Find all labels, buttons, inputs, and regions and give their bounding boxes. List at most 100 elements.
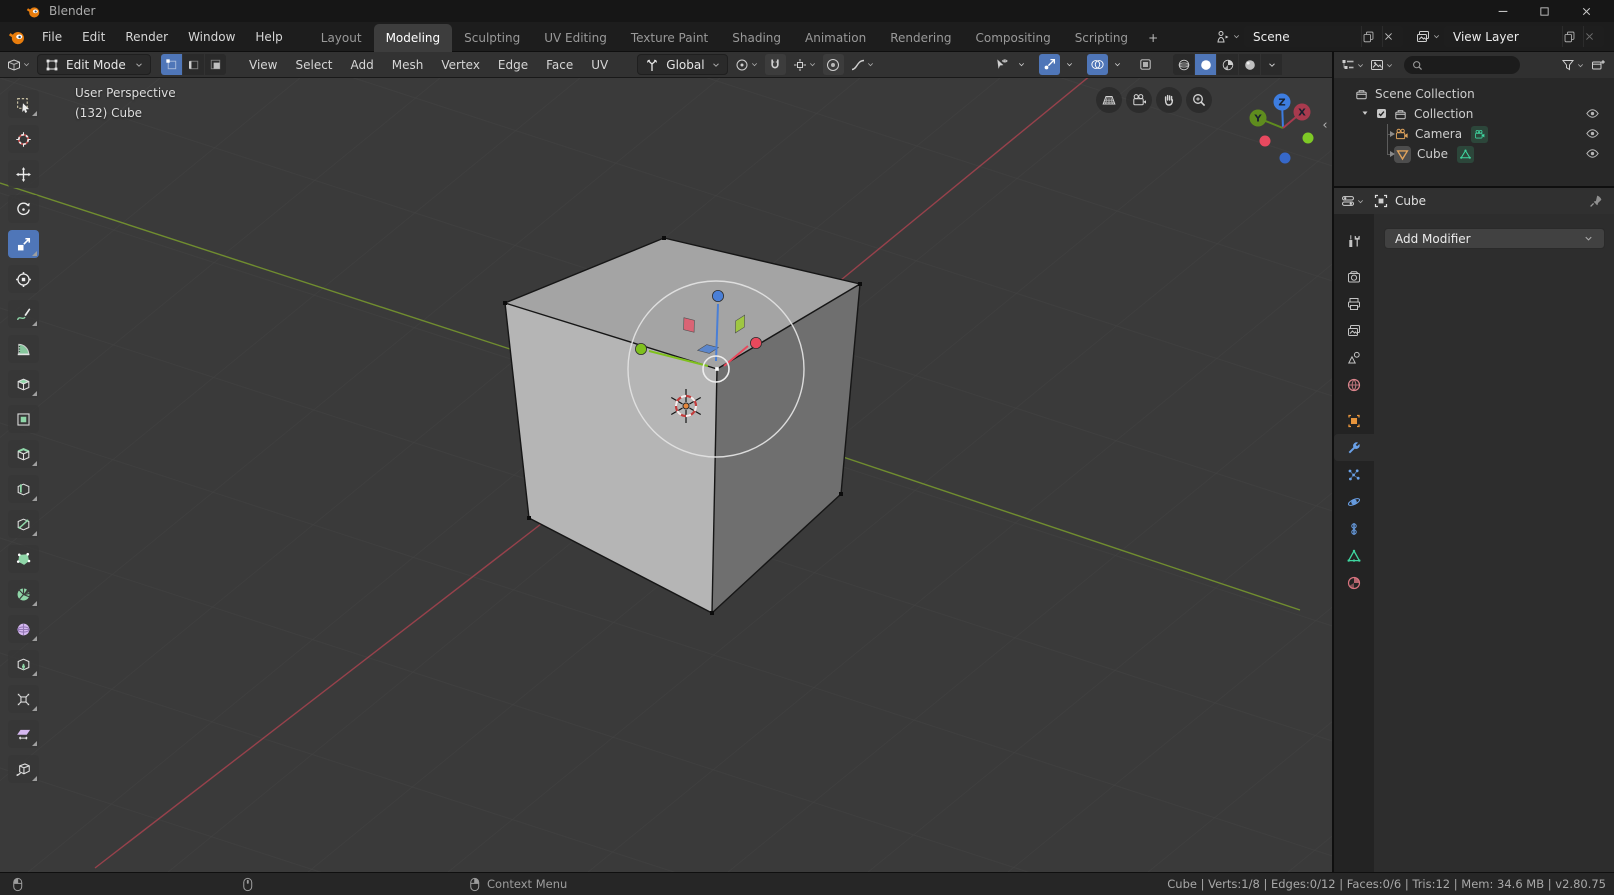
tool-smooth[interactable] <box>8 615 39 643</box>
properties-tab-world[interactable] <box>1334 371 1374 398</box>
properties-tab-render[interactable] <box>1334 263 1374 290</box>
menu-file[interactable]: File <box>32 22 72 52</box>
pivot-point-button[interactable] <box>734 54 759 75</box>
tool-transform[interactable] <box>8 265 39 293</box>
pin-id-button[interactable] <box>1588 193 1604 209</box>
properties-tab-particles[interactable] <box>1334 461 1374 488</box>
workspace-tab-sculpting[interactable]: Sculpting <box>452 24 532 52</box>
tool-scale[interactable] <box>8 230 39 258</box>
viewport-menu-view[interactable]: View <box>240 52 286 78</box>
properties-tab-tool[interactable] <box>1334 227 1374 254</box>
camera-view-button[interactable] <box>1126 87 1152 113</box>
tool-loop-cut[interactable] <box>8 475 39 503</box>
viewport-menu-select[interactable]: Select <box>286 52 341 78</box>
viewport-menu-add[interactable]: Add <box>342 52 383 78</box>
chevron-down-icon[interactable] <box>1015 54 1028 75</box>
properties-tab-physics[interactable] <box>1334 488 1374 515</box>
blender-menu-icon[interactable] <box>8 28 26 46</box>
properties-tab-material[interactable] <box>1334 569 1374 596</box>
shading-wireframe-button[interactable] <box>1173 54 1194 75</box>
properties-tab-object[interactable] <box>1334 407 1374 434</box>
editor-type-button[interactable] <box>6 54 31 75</box>
hide-in-viewport-toggle[interactable] <box>1585 146 1600 164</box>
viewport-menu-mesh[interactable]: Mesh <box>383 52 433 78</box>
outliner-row-scene-collection[interactable]: Scene Collection <box>1334 84 1614 104</box>
tool-knife[interactable] <box>8 510 39 538</box>
outliner-mesh-data-badge[interactable] <box>1457 146 1474 163</box>
viewport-menu-uv[interactable]: UV <box>582 52 617 78</box>
object-type-visibility-button[interactable] <box>991 54 1012 75</box>
snap-target-button[interactable] <box>792 54 817 75</box>
outliner-row-collection[interactable]: Collection <box>1334 104 1614 124</box>
workspace-tab-shading[interactable]: Shading <box>720 24 793 52</box>
properties-tab-modifiers[interactable] <box>1334 434 1374 461</box>
hide-in-viewport-toggle[interactable] <box>1585 126 1600 144</box>
viewport-menu-face[interactable]: Face <box>537 52 582 78</box>
scene-browse-button[interactable] <box>1215 29 1241 45</box>
chevron-down-icon[interactable] <box>1063 54 1076 75</box>
close-button[interactable] <box>1580 3 1596 19</box>
view-layer-browse-button[interactable] <box>1415 29 1441 45</box>
viewport-menu-vertex[interactable]: Vertex <box>432 52 489 78</box>
tool-inset-faces[interactable] <box>8 405 39 433</box>
outliner-editor-type-button[interactable] <box>1340 55 1365 76</box>
face-select-button[interactable] <box>205 54 226 75</box>
remove-view-layer-button[interactable] <box>1583 26 1604 47</box>
tool-cursor[interactable] <box>8 125 39 153</box>
add-workspace-button[interactable]: + <box>1140 24 1166 52</box>
workspace-tab-modeling[interactable]: Modeling <box>374 24 453 52</box>
menu-render[interactable]: Render <box>115 22 178 52</box>
properties-tab-scene[interactable] <box>1334 344 1374 371</box>
tool-shrink-fatten[interactable] <box>8 685 39 713</box>
workspace-tab-texture-paint[interactable]: Texture Paint <box>619 24 720 52</box>
shading-rendered-button[interactable] <box>1239 54 1260 75</box>
outliner-filter-button[interactable] <box>1560 55 1585 76</box>
properties-tab-view-layer[interactable] <box>1334 317 1374 344</box>
properties-editor-type-button[interactable] <box>1340 191 1365 212</box>
maximize-button[interactable] <box>1538 3 1554 19</box>
outliner-camera-data-badge[interactable] <box>1471 126 1488 143</box>
properties-tab-constraints[interactable] <box>1334 515 1374 542</box>
toggle-perspective-button[interactable] <box>1096 87 1122 113</box>
edge-select-button[interactable] <box>183 54 204 75</box>
tool-select-box[interactable] <box>8 90 39 118</box>
shading-solid-button[interactable] <box>1195 54 1216 75</box>
new-view-layer-button[interactable] <box>1562 26 1583 47</box>
zoom-view-button[interactable] <box>1186 87 1212 113</box>
tool-bevel[interactable] <box>8 440 39 468</box>
outliner-row-cube[interactable]: Cube <box>1334 144 1614 164</box>
tool-measure[interactable] <box>8 335 39 363</box>
snap-toggle-button[interactable] <box>765 54 786 75</box>
tool-shear[interactable] <box>8 720 39 748</box>
new-collection-button[interactable] <box>1587 55 1608 76</box>
tool-extrude-region[interactable] <box>8 370 39 398</box>
vertex-select-button[interactable] <box>161 54 182 75</box>
show-overlays-button[interactable] <box>1087 54 1108 75</box>
workspace-tab-animation[interactable]: Animation <box>793 24 878 52</box>
sidebar-toggle[interactable]: ‹ <box>1319 118 1331 133</box>
proportional-falloff-button[interactable] <box>850 54 875 75</box>
tool-move[interactable] <box>8 160 39 188</box>
toggle-xray-button[interactable] <box>1135 54 1156 75</box>
workspace-tab-scripting[interactable]: Scripting <box>1063 24 1140 52</box>
new-scene-button[interactable] <box>1361 26 1382 47</box>
workspace-tab-layout[interactable]: Layout <box>309 24 374 52</box>
mode-dropdown[interactable]: Edit Mode <box>37 54 151 75</box>
scene-name-field[interactable]: Scene <box>1244 26 1361 47</box>
hide-in-viewport-toggle[interactable] <box>1585 106 1600 124</box>
shading-material-preview-button[interactable] <box>1217 54 1238 75</box>
delete-scene-button[interactable] <box>1382 26 1403 47</box>
tool-rotate[interactable] <box>8 195 39 223</box>
tool-annotate[interactable] <box>8 300 39 328</box>
chevron-down-icon[interactable] <box>1111 54 1124 75</box>
outliner-search-input[interactable] <box>1404 56 1520 74</box>
pan-view-button[interactable] <box>1156 87 1182 113</box>
disclosure-triangle-icon[interactable] <box>1360 107 1370 121</box>
workspace-tab-compositing[interactable]: Compositing <box>963 24 1062 52</box>
add-modifier-dropdown[interactable]: Add Modifier <box>1384 228 1605 249</box>
tool-rip-region[interactable] <box>8 755 39 783</box>
proportional-editing-button[interactable] <box>823 54 844 75</box>
collection-checkbox[interactable] <box>1375 107 1388 123</box>
minimize-button[interactable] <box>1496 3 1512 19</box>
view-layer-name-field[interactable]: View Layer <box>1444 26 1562 47</box>
